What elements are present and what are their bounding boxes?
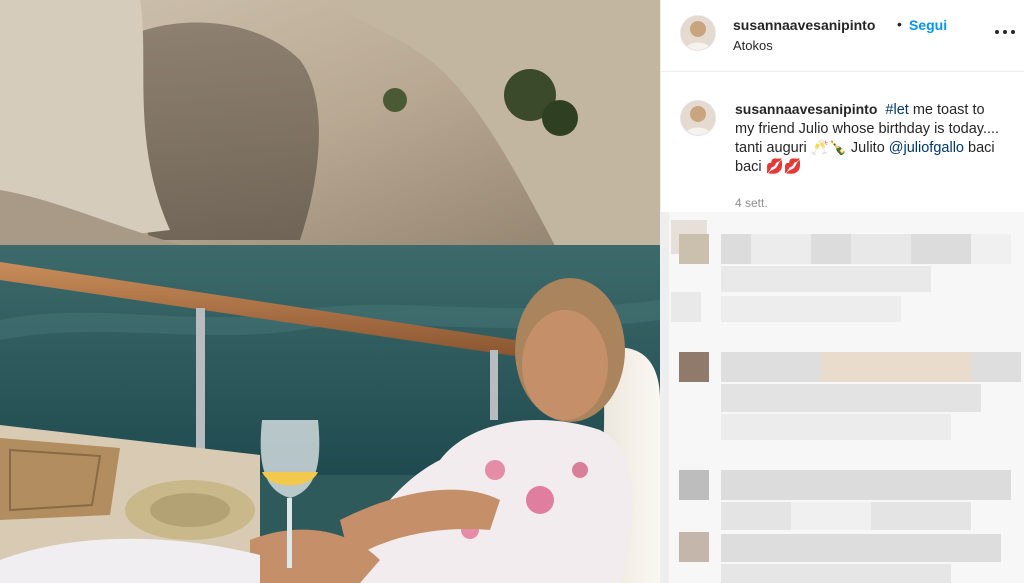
header-username[interactable]: susannaavesanipinto [733,17,875,33]
follow-button[interactable]: Segui [909,17,947,33]
location-link[interactable]: Atokos [733,38,773,53]
post-timestamp[interactable]: 4 sett. [735,196,768,210]
more-dot [1003,30,1007,34]
hashtag-link[interactable]: #let [885,102,908,118]
pixelated-comments [661,212,1024,583]
post-header: susannaavesanipinto • Segui Atokos [661,0,1024,72]
post-caption: susannaavesanipinto #let me toast to my … [735,100,1005,177]
more-dot [1011,30,1015,34]
post-image [0,0,660,583]
avatar[interactable] [680,15,716,51]
post-panel: susannaavesanipinto • Segui Atokos susan… [660,0,1024,583]
mention-link[interactable]: @juliofgallo [889,140,964,156]
more-options-icon[interactable] [995,22,1015,42]
post-photo[interactable] [0,0,660,583]
caption-username[interactable]: susannaavesanipinto [735,101,877,117]
more-dot [995,30,999,34]
caption-avatar[interactable] [680,100,716,136]
separator-dot: • [897,16,902,32]
